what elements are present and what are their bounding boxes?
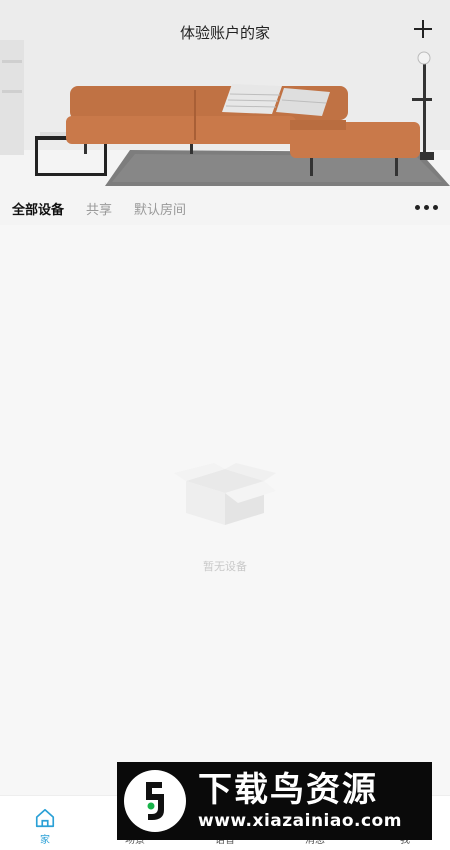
tab-default-room[interactable]: 默认房间	[134, 199, 186, 218]
room-tabs: 全部设备 共享 默认房间	[12, 199, 186, 218]
nav-item-home[interactable]: 家	[0, 796, 90, 850]
dot	[415, 205, 420, 210]
device-list-area: 暂无设备	[0, 225, 450, 795]
watermark-title: 下载鸟资源	[198, 770, 378, 810]
tab-shared[interactable]: 共享	[86, 199, 112, 218]
watermark-url: www.xiazainiao.com	[198, 811, 402, 831]
empty-box-icon	[174, 463, 276, 525]
empty-state-text: 暂无设备	[203, 560, 247, 573]
watermark-logo	[124, 770, 186, 832]
header-banner: 体验账户的家 全部设备 共享 默认房间	[0, 0, 450, 225]
watermark-text: 下载鸟资源 www.xiazainiao.com	[198, 770, 402, 832]
nav-label: 家	[40, 835, 50, 846]
plus-icon[interactable]	[410, 16, 436, 42]
page-title: 体验账户的家	[179, 24, 270, 42]
more-dots-icon[interactable]	[415, 205, 438, 210]
bird-icon	[146, 782, 164, 820]
tab-all-devices[interactable]: 全部设备	[12, 199, 64, 218]
dot	[433, 205, 438, 210]
watermark-banner: 下载鸟资源 www.xiazainiao.com	[117, 762, 432, 840]
dot	[424, 205, 429, 210]
home-icon	[35, 808, 55, 828]
